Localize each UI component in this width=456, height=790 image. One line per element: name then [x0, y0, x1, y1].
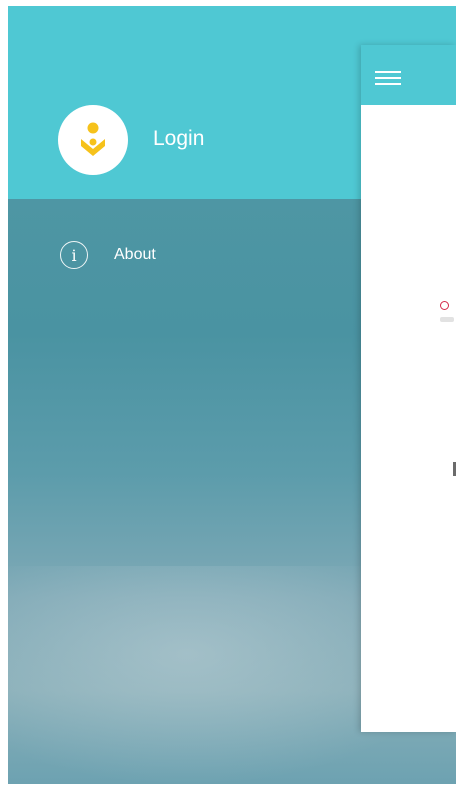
- faint-text: [440, 317, 454, 322]
- about-menu-item[interactable]: i About: [60, 238, 260, 272]
- navigation-drawer-screen: Login i About: [8, 6, 456, 784]
- content-app-bar: [361, 45, 456, 105]
- status-dot-icon: [440, 301, 449, 310]
- user-logo-icon: [81, 122, 105, 156]
- info-icon: i: [60, 241, 88, 269]
- about-label: About: [114, 246, 156, 263]
- login-avatar[interactable]: [58, 105, 128, 175]
- main-content-panel[interactable]: [361, 45, 456, 732]
- login-link[interactable]: Login: [153, 127, 204, 151]
- hamburger-icon[interactable]: [375, 69, 401, 87]
